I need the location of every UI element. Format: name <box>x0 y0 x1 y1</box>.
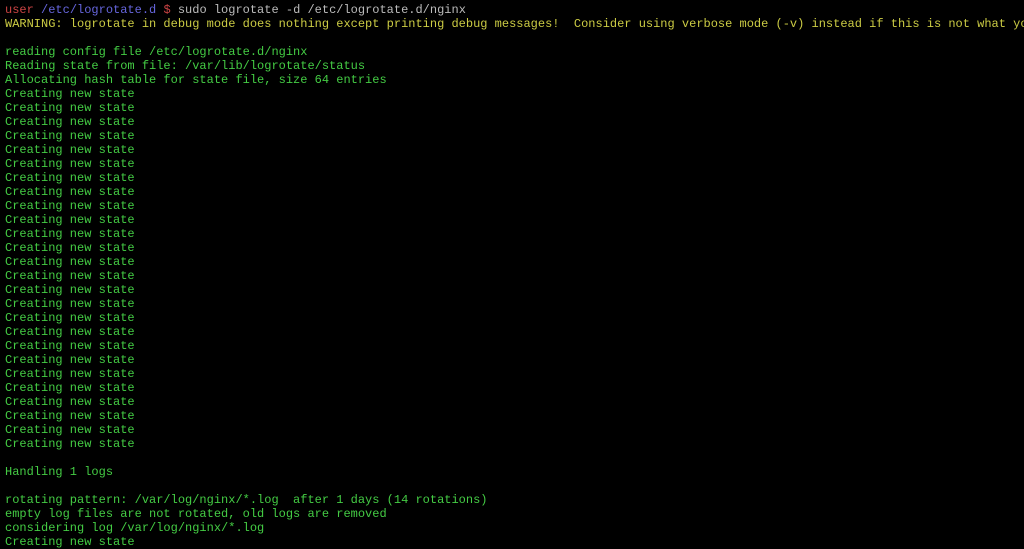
output-state-line: Creating new state <box>5 185 1019 199</box>
blank-line <box>5 31 1019 45</box>
output-line: empty log files are not rotated, old log… <box>5 507 1019 521</box>
output-line: considering log /var/log/nginx/*.log <box>5 521 1019 535</box>
output-state-block: Creating new stateCreating new stateCrea… <box>5 87 1019 451</box>
output-state-line: Creating new state <box>5 423 1019 437</box>
output-state-line: Creating new state <box>5 297 1019 311</box>
output-line: reading config file /etc/logrotate.d/ngi… <box>5 45 1019 59</box>
prompt-cwd: /etc/logrotate.d <box>41 3 156 17</box>
output-line: Creating new state <box>5 535 1019 549</box>
output-line: Allocating hash table for state file, si… <box>5 73 1019 87</box>
prompt-space1 <box>34 3 41 17</box>
prompt-user: user <box>5 3 34 17</box>
output-state-line: Creating new state <box>5 171 1019 185</box>
output-line: Handling 1 logs <box>5 465 1019 479</box>
output-state-line: Creating new state <box>5 227 1019 241</box>
output-state-line: Creating new state <box>5 255 1019 269</box>
prompt-command: sudo logrotate -d /etc/logrotate.d/nginx <box>178 3 466 17</box>
output-state-line: Creating new state <box>5 409 1019 423</box>
output-tail-block: Handling 1 logs rotating pattern: /var/lo… <box>5 465 1019 549</box>
output-state-line: Creating new state <box>5 381 1019 395</box>
warning-line: WARNING: logrotate in debug mode does no… <box>5 17 1019 31</box>
blank-line <box>5 479 1019 493</box>
prompt-symbol: $ <box>163 3 170 17</box>
output-state-line: Creating new state <box>5 199 1019 213</box>
output-state-line: Creating new state <box>5 339 1019 353</box>
output-state-line: Creating new state <box>5 367 1019 381</box>
output-state-line: Creating new state <box>5 353 1019 367</box>
output-line: rotating pattern: /var/log/nginx/*.log a… <box>5 493 1019 507</box>
output-state-line: Creating new state <box>5 129 1019 143</box>
output-state-line: Creating new state <box>5 325 1019 339</box>
output-state-line: Creating new state <box>5 395 1019 409</box>
blank-line-2 <box>5 451 1019 465</box>
output-state-line: Creating new state <box>5 311 1019 325</box>
output-state-line: Creating new state <box>5 283 1019 297</box>
output-state-line: Creating new state <box>5 101 1019 115</box>
output-state-line: Creating new state <box>5 87 1019 101</box>
output-state-line: Creating new state <box>5 115 1019 129</box>
output-state-line: Creating new state <box>5 213 1019 227</box>
output-state-line: Creating new state <box>5 157 1019 171</box>
output-state-line: Creating new state <box>5 437 1019 451</box>
output-header-block: reading config file /etc/logrotate.d/ngi… <box>5 45 1019 87</box>
output-state-line: Creating new state <box>5 269 1019 283</box>
prompt-line[interactable]: user /etc/logrotate.d $ sudo logrotate -… <box>5 3 1019 17</box>
prompt-space3 <box>171 3 178 17</box>
output-state-line: Creating new state <box>5 143 1019 157</box>
output-state-line: Creating new state <box>5 241 1019 255</box>
output-line: Reading state from file: /var/lib/logrot… <box>5 59 1019 73</box>
